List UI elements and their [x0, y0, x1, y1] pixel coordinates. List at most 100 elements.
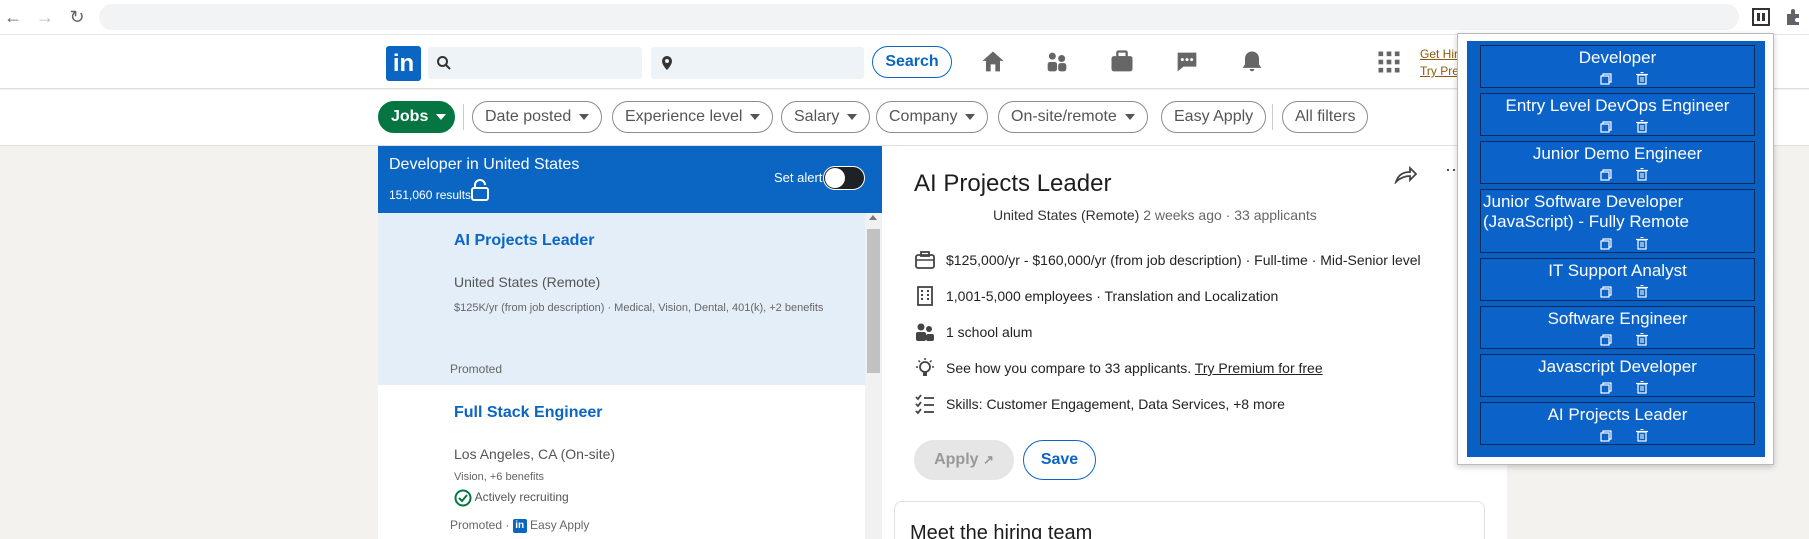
actively-recruiting: Actively recruiting — [454, 489, 569, 507]
saved-search-item[interactable]: AI Projects Leader — [1480, 402, 1755, 445]
saved-search-name[interactable]: AI Projects Leader — [1481, 403, 1754, 425]
promoted-label: Promoted · — [450, 518, 510, 532]
notifications-icon[interactable] — [1238, 48, 1266, 76]
save-button[interactable]: Save — [1023, 440, 1096, 480]
apply-button[interactable]: Apply ↗ — [914, 440, 1014, 480]
easy-apply-label: Easy Apply — [530, 518, 590, 532]
saved-searches-list: Developer Entry Level DevOps Engineer Ju… — [1467, 41, 1765, 457]
saved-search-name[interactable]: Developer — [1481, 46, 1754, 68]
copy-icon[interactable] — [1600, 121, 1612, 133]
apps-grid-icon[interactable] — [1375, 48, 1403, 76]
trash-icon[interactable] — [1636, 168, 1648, 181]
job-card[interactable]: AI Projects Leader United States (Remote… — [378, 213, 865, 385]
chevron-down-icon — [750, 113, 761, 120]
company-filter[interactable]: Company — [876, 101, 989, 133]
copy-icon[interactable] — [1600, 334, 1612, 346]
jobs-filter-button[interactable]: Jobs — [378, 101, 455, 133]
building-icon — [917, 286, 933, 306]
chevron-down-icon — [579, 113, 590, 120]
saved-search-item[interactable]: Software Engineer — [1480, 306, 1755, 349]
trash-icon[interactable] — [1636, 237, 1648, 250]
copy-icon[interactable] — [1600, 430, 1612, 442]
scroll-thumb[interactable] — [867, 229, 880, 373]
easy-apply-filter[interactable]: Easy Apply — [1161, 101, 1267, 133]
divider — [1272, 104, 1273, 130]
saved-search-name[interactable]: Software Engineer — [1481, 307, 1754, 329]
saved-search-name[interactable]: Javascript Developer — [1481, 355, 1754, 377]
job-detail-title: AI Projects Leader — [914, 170, 1112, 197]
compare-label: See how you compare to 33 applicants. — [946, 360, 1192, 376]
trash-icon[interactable] — [1636, 72, 1648, 85]
lightbulb-icon — [916, 358, 934, 376]
location-pin-icon — [662, 56, 672, 70]
job-title[interactable]: Full Stack Engineer — [454, 404, 602, 422]
share-icon[interactable] — [1394, 164, 1418, 184]
briefcase-icon — [915, 251, 935, 269]
copy-icon[interactable] — [1600, 169, 1612, 181]
trash-icon[interactable] — [1636, 429, 1648, 442]
results-title: Developer in United States — [389, 156, 580, 173]
saved-search-item[interactable]: Junior Demo Engineer — [1480, 141, 1755, 184]
saved-search-item[interactable]: Entry Level DevOps Engineer — [1480, 93, 1755, 136]
saved-search-name[interactable]: Junior Software Developer (JavaScript) -… — [1481, 190, 1754, 232]
divider — [463, 104, 464, 130]
job-title[interactable]: AI Projects Leader — [454, 232, 595, 250]
location-search-input[interactable] — [651, 47, 864, 79]
briefcase-icon[interactable] — [1108, 48, 1136, 76]
try-premium-link[interactable]: Try Premium for free — [1195, 360, 1323, 376]
search-button[interactable]: Search — [872, 46, 952, 78]
job-card[interactable]: Full Stack Engineer Los Angeles, CA (On-… — [378, 385, 865, 539]
saved-search-item[interactable]: Junior Software Developer (JavaScript) -… — [1480, 189, 1755, 253]
toggle-knob — [825, 168, 845, 188]
salary-text: $125,000/yr - $160,000/yr (from job desc… — [946, 252, 1421, 268]
job-benefits: $125K/yr (from job description) · Medica… — [454, 302, 824, 314]
browser-toolbar: ← → ↻ — [0, 0, 1809, 35]
copy-icon[interactable] — [1600, 382, 1612, 394]
keyword-search-input[interactable] — [428, 47, 642, 79]
onsite-remote-filter[interactable]: On-site/remote — [998, 101, 1148, 133]
saved-search-name[interactable]: IT Support Analyst — [1481, 259, 1754, 281]
messaging-icon[interactable] — [1173, 48, 1201, 76]
trash-icon[interactable] — [1636, 333, 1648, 346]
alum-text: 1 school alum — [946, 324, 1033, 340]
trash-icon[interactable] — [1636, 381, 1648, 394]
linkedin-logo[interactable]: in — [386, 46, 421, 81]
home-icon[interactable] — [979, 48, 1007, 76]
scroll-up-icon[interactable] — [869, 215, 877, 220]
results-scrollbar[interactable] — [865, 213, 882, 539]
saved-search-name[interactable]: Entry Level DevOps Engineer — [1481, 94, 1754, 116]
recruiting-icon — [454, 489, 472, 507]
trash-icon[interactable] — [1636, 120, 1648, 133]
results-count: 151,060 results — [389, 188, 472, 202]
salary-filter[interactable]: Salary — [781, 101, 871, 133]
reload-icon[interactable]: ↻ — [66, 6, 88, 28]
detail-location: United States (Remote) — [993, 207, 1140, 223]
copy-icon[interactable] — [1600, 73, 1612, 85]
trash-icon[interactable] — [1636, 285, 1648, 298]
forward-icon[interactable]: → — [34, 6, 56, 28]
promoted-easy-apply: Promoted · in Easy Apply — [450, 518, 589, 533]
extension-popup-icon[interactable] — [1752, 8, 1770, 26]
back-icon[interactable]: ← — [2, 6, 24, 28]
lock-icon — [471, 179, 489, 201]
date-posted-filter[interactable]: Date posted — [472, 101, 603, 133]
job-location: Los Angeles, CA (On-site) — [454, 446, 616, 462]
copy-icon[interactable] — [1600, 238, 1612, 250]
saved-search-item[interactable]: Developer — [1480, 45, 1755, 88]
extension-popup: Developer Entry Level DevOps Engineer Ju… — [1457, 33, 1774, 465]
set-alert-toggle[interactable] — [823, 166, 865, 190]
saved-search-name[interactable]: Junior Demo Engineer — [1481, 142, 1754, 164]
saved-search-item[interactable]: IT Support Analyst — [1480, 258, 1755, 301]
copy-icon[interactable] — [1600, 286, 1612, 298]
company-label: Company — [889, 108, 958, 125]
hiring-team-card: Meet the hiring team — [894, 501, 1485, 539]
onsite-remote-label: On-site/remote — [1011, 108, 1117, 125]
saved-search-item[interactable]: Javascript Developer — [1480, 354, 1755, 397]
experience-level-label: Experience level — [625, 108, 743, 125]
network-icon[interactable] — [1043, 48, 1071, 76]
experience-level-filter[interactable]: Experience level — [612, 101, 774, 133]
puzzle-icon[interactable] — [1784, 8, 1802, 26]
address-bar[interactable] — [99, 4, 1739, 30]
linkedin-mini-icon: in — [512, 518, 527, 533]
all-filters-button[interactable]: All filters — [1282, 101, 1369, 133]
